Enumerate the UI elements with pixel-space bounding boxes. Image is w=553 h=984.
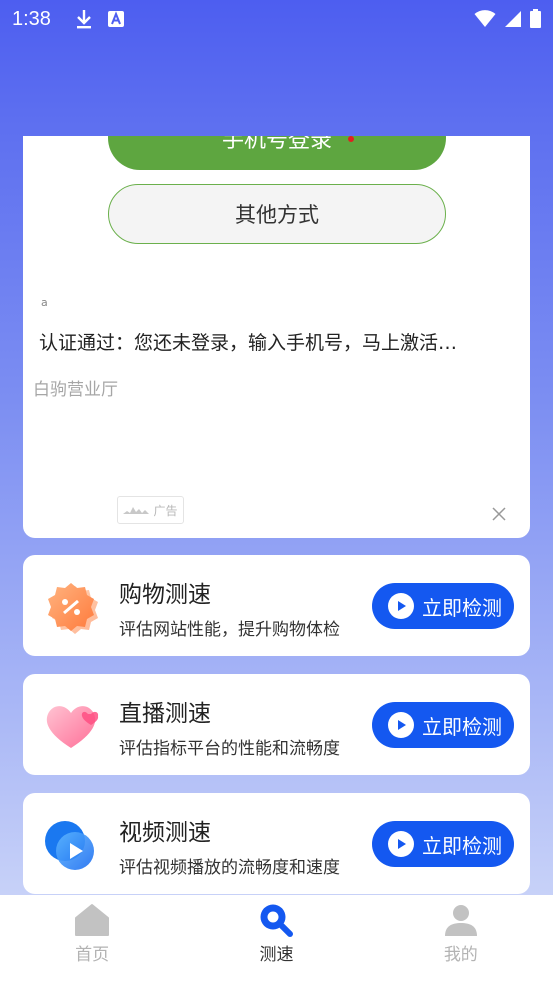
play-icon: [388, 593, 414, 619]
app-notification-icon: [107, 11, 124, 27]
status-bar: 1:38: [0, 0, 553, 38]
play-icon: [388, 712, 414, 738]
detect-now-label: 立即检测: [422, 714, 502, 739]
video-play-icon: [45, 821, 94, 870]
battery-icon: [530, 9, 541, 28]
detect-now-button[interactable]: 立即检测: [372, 821, 514, 867]
status-time: 1:38: [12, 7, 51, 30]
card-title: 直播测速: [119, 701, 211, 727]
wifi-icon: [474, 9, 496, 27]
detect-now-label: 立即检测: [422, 595, 502, 620]
heart-icon: [46, 706, 99, 748]
notification-dot: [348, 136, 354, 142]
shopping-badge-icon: [48, 583, 98, 634]
card-title: 视频测速: [119, 820, 211, 846]
ad-badge-label: 广告: [153, 503, 178, 518]
other-login-label: 其他方式: [235, 203, 319, 227]
home-icon: [75, 904, 110, 936]
download-icon: [76, 10, 91, 29]
search-icon: [260, 904, 294, 937]
card-description: 评估指标平台的性能和流畅度: [119, 739, 340, 759]
nav-item-speedtest[interactable]: 测速: [184, 895, 368, 984]
detect-now-label: 立即检测: [422, 833, 502, 858]
nav-item-home[interactable]: 首页: [0, 895, 184, 984]
nav-label: 我的: [443, 945, 478, 965]
ad-card[interactable]: 手机号登录 其他方式 a 认证通过：您还未登录，输入手机号，马上激活… 白驹营业…: [23, 136, 530, 538]
card-description: 评估网站性能，提升购物体检: [119, 620, 340, 640]
nav-label: 测速: [259, 945, 294, 965]
card-description: 评估视频播放的流畅度和速度: [119, 858, 340, 878]
bottom-nav: 首页 测速 我的: [0, 895, 553, 984]
detect-now-button[interactable]: 立即检测: [372, 702, 514, 748]
nav-item-mine[interactable]: 我的: [369, 895, 553, 984]
signal-icon: [505, 10, 521, 27]
live-speed-card[interactable]: 直播测速 评估指标平台的性能和流畅度 立即检测: [23, 674, 530, 775]
card-title: 购物测速: [119, 582, 211, 608]
detect-now-button[interactable]: 立即检测: [372, 583, 514, 629]
ad-mark: a: [41, 296, 48, 309]
ad-title[interactable]: 认证通过：您还未登录，输入手机号，马上激活…: [39, 328, 514, 355]
video-speed-card[interactable]: 视频测速 评估视频播放的流畅度和速度 立即检测: [23, 793, 530, 894]
ad-source: 白驹营业厅: [33, 380, 118, 400]
play-icon: [388, 831, 414, 857]
phone-login-button[interactable]: 手机号登录: [108, 136, 446, 170]
close-icon[interactable]: [489, 504, 509, 524]
user-icon: [444, 905, 477, 936]
shopping-speed-card[interactable]: 购物测速 评估网站性能，提升购物体检 立即检测: [23, 555, 530, 656]
other-login-button[interactable]: 其他方式: [108, 184, 446, 244]
ad-badge: 广告: [117, 496, 184, 524]
nav-label: 首页: [75, 945, 110, 965]
phone-login-label: 手机号登录: [221, 136, 332, 153]
ad-logo-icon: [123, 507, 150, 514]
